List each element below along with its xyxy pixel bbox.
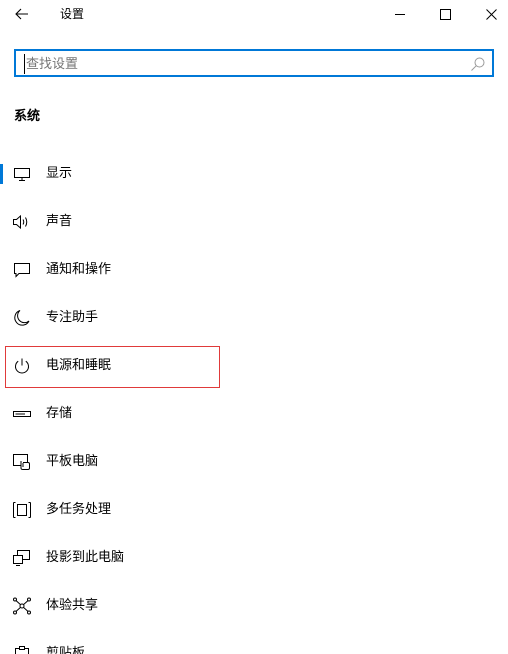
settings-window: 设置 系统 [0, 0, 508, 654]
nav-item-label: 投影到此电脑 [46, 550, 125, 565]
nav-item-sound[interactable]: 声音 [0, 202, 508, 242]
nav-item-label: 显示 [46, 166, 73, 181]
nav-item-label: 通知和操作 [46, 262, 112, 277]
storage-icon [12, 405, 32, 423]
nav-item-label: 体验共享 [46, 598, 99, 613]
close-icon [485, 8, 497, 20]
notification-icon [12, 261, 32, 279]
minimize-button[interactable] [377, 0, 423, 28]
monitor-icon [12, 165, 32, 183]
nav-item-label: 专注助手 [46, 310, 99, 325]
selection-indicator [0, 164, 3, 184]
nav-item-label: 多任务处理 [46, 502, 112, 517]
nav-item-display[interactable]: 显示 [0, 154, 508, 194]
nav-item-label: 剪贴板 [46, 646, 86, 654]
nav-item-label: 存储 [46, 406, 73, 421]
nav-item-multitasking[interactable]: 多任务处理 [0, 490, 508, 530]
nav-item-notifications[interactable]: 通知和操作 [0, 250, 508, 290]
minimize-icon [394, 9, 406, 20]
moon-icon [12, 309, 32, 327]
nav-item-shared-experiences[interactable]: 体验共享 [0, 586, 508, 626]
project-icon [12, 549, 32, 567]
maximize-icon [439, 8, 451, 20]
close-button[interactable] [468, 0, 508, 28]
share-icon [12, 597, 32, 615]
back-arrow-icon [15, 8, 29, 20]
tablet-icon [12, 453, 32, 471]
search-icon[interactable] [470, 56, 486, 72]
speaker-icon [12, 213, 32, 231]
nav-item-tablet[interactable]: 平板电脑 [0, 442, 508, 482]
window-title: 设置 [60, 7, 85, 21]
maximize-button[interactable] [422, 0, 468, 28]
title-bar: 设置 [0, 0, 508, 28]
highlight-box [5, 346, 220, 388]
nav-item-clipboard[interactable]: 剪贴板 [0, 634, 508, 654]
section-heading: 系统 [14, 109, 41, 124]
nav-item-label: 平板电脑 [46, 454, 99, 469]
clipboard-icon [12, 645, 32, 654]
nav-item-storage[interactable]: 存储 [0, 394, 508, 434]
search-input[interactable] [24, 54, 466, 74]
back-button[interactable] [6, 0, 38, 28]
nav-item-label: 声音 [46, 214, 73, 229]
multitasking-icon [12, 501, 32, 519]
search-box[interactable] [14, 49, 494, 77]
nav-item-project[interactable]: 投影到此电脑 [0, 538, 508, 578]
nav-item-focus-assist[interactable]: 专注助手 [0, 298, 508, 338]
